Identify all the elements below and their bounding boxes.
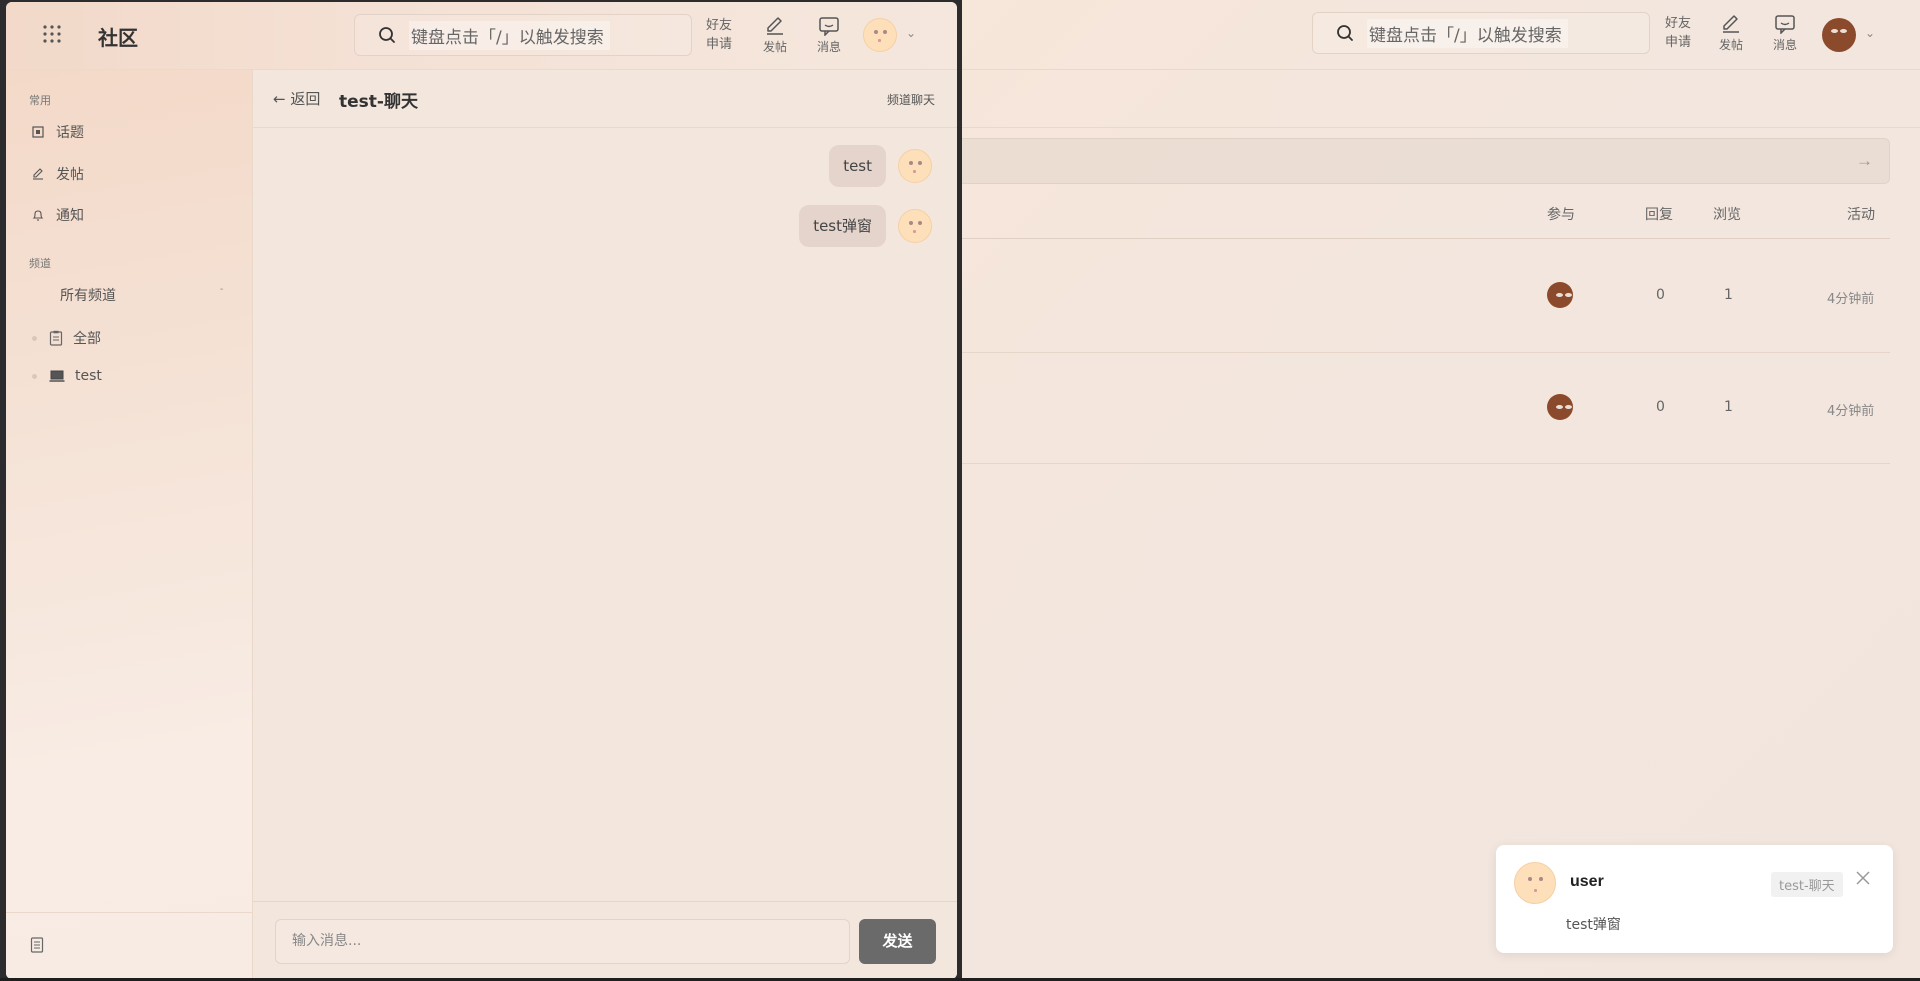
message-input[interactable]: 输入消息...: [275, 919, 850, 964]
bullet-icon: [32, 335, 37, 341]
laptop-icon: [49, 369, 75, 383]
sidebar: 常用 话题 发帖 通知 频道 所有频道 - 全部 test: [6, 70, 253, 979]
messages-label: 消息: [817, 40, 842, 54]
friend-requests-button[interactable]: 好友 申请: [706, 16, 732, 54]
activity-time: 4分钟前: [1827, 292, 1875, 307]
arrow-right-icon[interactable]: →: [1856, 151, 1873, 171]
messages-button[interactable]: 消息: [817, 16, 841, 55]
apps-grid-icon[interactable]: [42, 24, 62, 44]
user-avatar[interactable]: [1822, 18, 1856, 52]
friend-requests-label-2: 申请: [1665, 35, 1692, 50]
channel-item-all[interactable]: 全部: [32, 328, 101, 348]
search-icon: [377, 25, 397, 45]
participant-avatar: [1547, 282, 1573, 308]
clipboard-icon: [49, 330, 73, 346]
toast-channel-tag: test-聊天: [1771, 872, 1843, 897]
pencil-icon: [32, 168, 56, 180]
view-count: 1: [1724, 287, 1733, 303]
sidebar-footer-divider: [6, 912, 252, 913]
chevron-down-icon[interactable]: ⌄: [906, 26, 916, 40]
sidebar-item-notifications[interactable]: 通知: [32, 205, 84, 225]
toast-message: test弹窗: [1566, 917, 1621, 933]
pencil-icon: [1719, 14, 1743, 34]
participant-avatar: [1547, 394, 1573, 420]
sidebar-item-label: 话题: [56, 125, 84, 141]
chevron-down-icon[interactable]: ⌄: [1865, 26, 1875, 40]
chat-window: 社区 键盘点击「/」以触发搜索 好友 申请 发帖 消息 ⌄ 常用 话题 发帖 通…: [6, 2, 957, 979]
table-header-divider: [962, 238, 1890, 239]
col-replies: 回复: [1645, 207, 1673, 223]
channel-label: 全部: [73, 331, 101, 347]
bg-messages-button[interactable]: 消息: [1773, 14, 1797, 53]
channel-item-test[interactable]: test: [32, 368, 102, 384]
bg-topbar: 键盘点击「/」以触发搜索 好友 申请 发帖 消息 ⌄: [962, 0, 1920, 70]
message-composer: 输入消息... 发送: [253, 901, 957, 979]
app-title: 社区: [98, 26, 138, 50]
send-button[interactable]: 发送: [859, 919, 936, 964]
reply-count: 0: [1656, 287, 1665, 303]
chat-title: test-聊天: [339, 92, 418, 112]
toast-username: user: [1570, 873, 1604, 890]
messages-label: 消息: [1773, 38, 1798, 52]
channel-label: test: [75, 368, 102, 384]
chat-icon: [1773, 14, 1797, 34]
bg-post-button[interactable]: 发帖: [1719, 14, 1743, 53]
back-button[interactable]: ← 返回: [273, 88, 320, 109]
all-channels-toggle[interactable]: 所有频道: [60, 285, 116, 305]
search-icon: [1335, 23, 1355, 43]
bell-icon: [32, 209, 56, 222]
arrow-left-icon: ←: [273, 90, 286, 108]
fg-topbar: 社区 键盘点击「/」以触发搜索 好友 申请 发帖 消息 ⌄: [6, 2, 957, 70]
chat-header: ← 返回 test-聊天 频道聊天: [253, 70, 957, 128]
search-placeholder: 键盘点击「/」以触发搜索: [409, 20, 610, 50]
close-icon[interactable]: [1852, 867, 1874, 889]
friend-requests-label-2: 申请: [706, 37, 733, 52]
friend-requests-label-1: 好友: [1665, 16, 1692, 31]
user-avatar[interactable]: [863, 18, 897, 52]
bg-search-placeholder: 键盘点击「/」以触发搜索: [1367, 18, 1568, 48]
sidebar-item-topics[interactable]: 话题: [32, 122, 84, 142]
search-box[interactable]: 键盘点击「/」以触发搜索: [354, 14, 692, 56]
pencil-icon: [763, 16, 787, 36]
sidebar-item-label: 发帖: [56, 167, 84, 183]
reply-count: 0: [1656, 399, 1665, 415]
post-label: 发帖: [763, 40, 788, 54]
topic-icon: [32, 126, 56, 138]
bg-divider: [962, 127, 1920, 128]
view-count: 1: [1724, 399, 1733, 415]
message-bubble: test弹窗: [799, 205, 886, 247]
chat-message: test弹窗: [799, 205, 932, 247]
activity-time: 4分钟前: [1827, 404, 1875, 419]
message-avatar: [898, 149, 932, 183]
sidebar-item-post[interactable]: 发帖: [32, 164, 84, 184]
chat-icon: [817, 16, 841, 36]
bg-friend-requests-button[interactable]: 好友 申请: [1665, 14, 1691, 52]
post-button[interactable]: 发帖: [763, 16, 787, 55]
message-avatar: [898, 209, 932, 243]
chat-message: test: [829, 145, 932, 187]
chat-type-label: 频道聊天: [886, 93, 935, 107]
bg-search-box[interactable]: 键盘点击「/」以触发搜索: [1312, 12, 1650, 54]
toast-avatar: [1514, 862, 1556, 904]
row-divider: [962, 463, 1890, 464]
document-icon[interactable]: [30, 937, 44, 953]
sidebar-item-label: 通知: [56, 208, 84, 224]
col-views: 浏览: [1713, 207, 1741, 223]
message-toast[interactable]: user test-聊天 test弹窗: [1496, 845, 1893, 953]
post-label: 发帖: [1719, 38, 1744, 52]
col-activity: 活动: [1847, 207, 1875, 223]
friend-requests-label-1: 好友: [706, 18, 733, 33]
chat-panel: ← 返回 test-聊天 频道聊天 test test弹窗 输入消息... 发送: [253, 70, 957, 979]
row-divider: [962, 352, 1890, 353]
sidebar-section-common: 常用: [29, 94, 51, 107]
background-window: 键盘点击「/」以触发搜索 好友 申请 发帖 消息 ⌄ → 参与 回复 浏览 活动…: [962, 0, 1920, 978]
bullet-icon: [32, 373, 37, 379]
col-participants: 参与: [1547, 207, 1575, 223]
sidebar-section-channels: 频道: [29, 257, 51, 270]
collapse-icon[interactable]: -: [220, 284, 223, 295]
message-bubble: test: [829, 145, 886, 187]
back-label: 返回: [290, 90, 321, 108]
bg-input-field[interactable]: →: [962, 138, 1890, 184]
